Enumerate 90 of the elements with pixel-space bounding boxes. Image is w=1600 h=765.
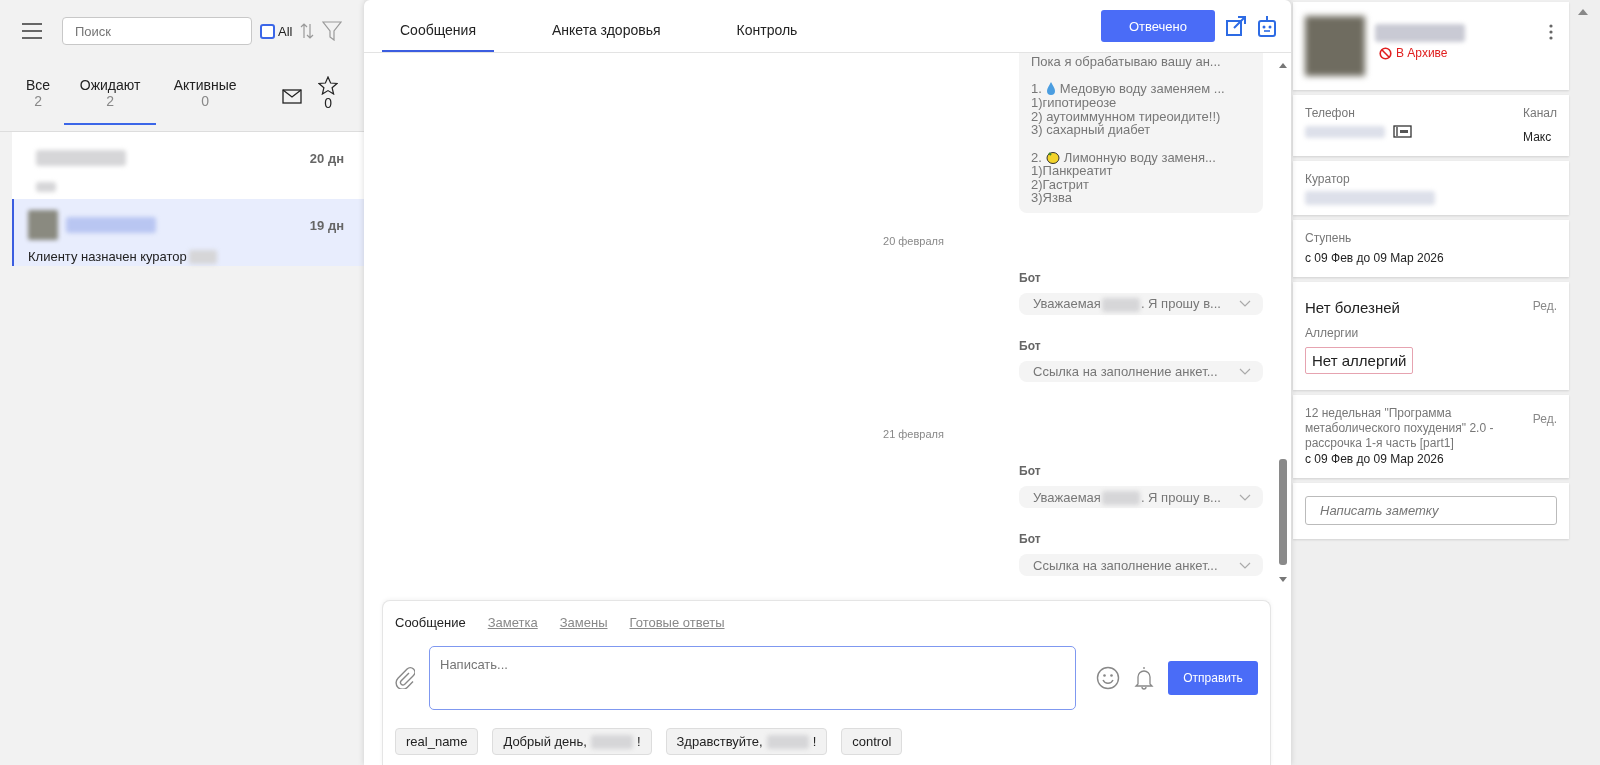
message-text: Медовую воду заменяем ... [1059,82,1225,96]
redacted-text [188,249,217,264]
message-text: 2) аутоиммунном тиреоидите!!) [1031,109,1221,124]
filter-tab[interactable]: Все 2 [12,68,65,125]
field-value: Макс [1523,129,1552,146]
message-text: . Я прошу в... [1140,489,1221,505]
message-text: Пока я обрабатываю вашу ан... [1031,55,1221,69]
filter-icon[interactable] [322,21,343,41]
redacted-text [36,182,56,192]
chat-tab[interactable]: Контроль [718,0,816,52]
list-number: 2. [1031,150,1042,165]
template-chip[interactable]: control [841,728,903,755]
program-dates: с 09 Фев до 09 Мар 2026 [1305,451,1445,468]
bell-icon[interactable] [1134,666,1154,690]
sender-name: Бот [1019,338,1042,353]
diseases-text: Нет болезней [1305,299,1400,316]
mail-icon[interactable] [282,89,303,104]
edit-link[interactable]: Ред. [1532,412,1557,426]
emoji-icon[interactable] [1096,666,1120,690]
chevron-down-icon [1239,561,1251,569]
answered-button[interactable]: Отвечено [1101,10,1215,42]
message-text: Ссылка на заполнение анкет... [1033,557,1218,573]
chat-tab[interactable]: Анкета здоровья [534,0,679,52]
status-label: В Архиве [1396,46,1448,60]
paperclip-icon[interactable] [395,667,415,689]
composer-tab[interactable]: Сообщение [395,615,466,630]
message-input[interactable]: Написать... [429,646,1076,710]
message-text: 3) сахарный диабет [1031,123,1151,137]
send-button[interactable]: Отправить [1168,661,1258,695]
message-bubble[interactable]: Уважаемая . Я прошу в... [1019,486,1263,509]
allergy-tag: Нет аллергий [1305,347,1414,374]
menu-icon[interactable] [22,22,42,40]
field-label: Ступень [1305,231,1353,246]
list-number: 1. [1031,82,1042,96]
ban-icon [1379,46,1392,60]
field-label: Куратор [1305,172,1351,187]
message-text: Уважаемая [1033,296,1101,312]
field-label: Телефон [1305,106,1356,121]
chevron-down-icon [1239,368,1251,376]
program-name: 12 недельная "Программа метаболического похудения" 2.0 - рассрочка 1-я часть [part1] [1305,406,1495,451]
scroll-up-icon[interactable] [1577,8,1589,16]
template-chip[interactable]: real_name [395,728,479,755]
avatar [1305,16,1365,76]
chevron-down-icon [1239,300,1251,308]
sim-card-icon[interactable] [1393,125,1412,138]
message-bubble[interactable]: Уважаемая . Я прошу в... [1019,292,1263,315]
robot-icon[interactable] [1257,15,1277,37]
all-checkbox[interactable]: All [260,23,293,39]
star-icon [318,76,339,95]
message-text: 1)Панкреатит [1031,164,1113,178]
message-text: Уважаемая [1033,489,1101,505]
message-text: 2)Гастрит [1031,177,1089,192]
sender-name: Бот [1019,464,1042,479]
message-text: 3)Язва [1031,191,1072,205]
sort-icon[interactable] [300,23,315,39]
more-icon[interactable] [1549,24,1553,40]
conversation-item[interactable]: 19 дн Клиенту назначен куратор [12,199,364,266]
composer-tab[interactable]: Замены [559,615,608,630]
filter-tab[interactable]: Ожидают 2 [64,68,157,125]
message-bubble[interactable]: Ссылка на заполнение анкет... [1019,360,1263,383]
composer-tab[interactable]: Готовые ответы [629,615,725,630]
search-field[interactable]: Поиск [62,17,252,45]
chat-tab[interactable]: Сообщения [382,0,494,52]
date-separator: 20 февраля [883,234,944,247]
starred-filter[interactable]: 0 [318,76,339,111]
field-label: Канал [1523,106,1557,121]
note-field[interactable]: Написать заметку [1305,496,1557,525]
chevron-down-icon [1239,493,1251,501]
time-label: 19 дн [309,217,344,233]
message-text: Лимонную воду заменя... [1063,150,1216,165]
message-text: . Я прошу в... [1140,296,1221,312]
message-text: Ссылка на заполнение анкет... [1033,364,1218,380]
template-chip[interactable]: Здравствуйте, ! [665,728,828,755]
composer-tab[interactable]: Заметка [487,615,538,630]
time-label: 20 дн [309,150,344,166]
template-chip[interactable]: Добрый день, ! [492,728,652,755]
lemon-icon [1045,150,1060,164]
filter-tab[interactable]: Активные 0 [156,68,255,125]
external-link-icon[interactable] [1225,15,1247,37]
sender-name: Бот [1019,270,1042,285]
field-value: с 09 Фев до 09 Мар 2026 [1305,250,1445,267]
message-bubble[interactable]: Ссылка на заполнение анкет... [1019,554,1263,576]
edit-link[interactable]: Ред. [1532,299,1557,313]
message-text: 1)гипотиреозе [1031,96,1117,110]
droplet-icon [1045,82,1056,97]
date-separator: 21 февраля [883,428,944,441]
sender-name: Бот [1019,532,1042,547]
conversation-item[interactable]: 20 дн [12,132,364,199]
field-label: Аллергии [1305,326,1360,341]
message-preview: Клиенту назначен куратор [28,249,187,264]
